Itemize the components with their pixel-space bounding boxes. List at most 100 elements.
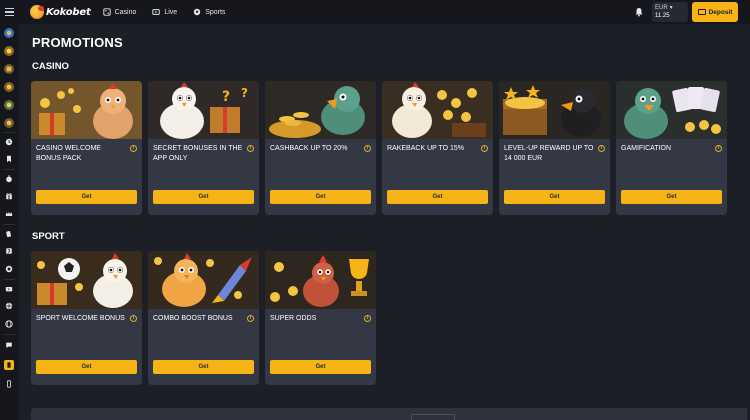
gift-icon[interactable] bbox=[4, 191, 14, 201]
get-button[interactable]: Get bbox=[387, 190, 488, 204]
globe-icon[interactable] bbox=[4, 319, 14, 329]
menu-icon[interactable] bbox=[0, 0, 18, 24]
nav-live-label: Live bbox=[164, 8, 178, 16]
app-download-icon[interactable] bbox=[4, 360, 14, 370]
deposit-button[interactable]: Deposit bbox=[692, 2, 738, 22]
promo-chicken-mystery-illustration: ?? bbox=[148, 81, 259, 139]
promo-chicken-gift-illustration bbox=[31, 81, 142, 139]
deposit-label: Deposit bbox=[708, 8, 733, 16]
info-icon[interactable]: i bbox=[364, 315, 371, 322]
get-button[interactable]: Get bbox=[621, 190, 722, 204]
svg-text:?: ? bbox=[241, 86, 248, 100]
promo-title: GAMIFICATION bbox=[621, 145, 672, 152]
promo-card-gamification[interactable]: GAMIFICATION i Get bbox=[616, 81, 727, 215]
info-icon[interactable]: i bbox=[247, 315, 254, 322]
info-icon[interactable]: i bbox=[130, 145, 137, 152]
sidebar-game-4-icon[interactable] bbox=[4, 82, 14, 92]
info-icon[interactable]: i bbox=[481, 145, 488, 152]
promo-title: SUPER ODDS bbox=[270, 315, 317, 322]
balance-currency: EUR bbox=[655, 5, 668, 11]
info-icon[interactable]: i bbox=[364, 145, 371, 152]
slots-icon[interactable]: 7 bbox=[4, 246, 14, 256]
bookmark-icon[interactable] bbox=[4, 154, 14, 164]
sidebar-game-6-icon[interactable] bbox=[4, 118, 14, 128]
sport-ball-icon[interactable] bbox=[4, 301, 14, 311]
crown-icon[interactable] bbox=[4, 209, 14, 219]
promo-title: SECRET BONUSES IN THE APP ONLY bbox=[153, 145, 243, 162]
balance-selector[interactable]: EUR ▾ 11.25 bbox=[652, 2, 688, 22]
sidebar-divider bbox=[3, 334, 15, 335]
nav-casino[interactable]: Casino bbox=[102, 8, 137, 16]
notification-bell-icon[interactable] bbox=[634, 7, 644, 17]
sidebar-divider bbox=[3, 132, 15, 133]
promo-card-combo-boost[interactable]: COMBO BOOST BONUS i Get bbox=[148, 251, 259, 385]
promo-title: RAKEBACK UP TO 15% bbox=[387, 145, 465, 152]
sidebar-divider bbox=[3, 169, 15, 170]
sidebar-game-5-icon[interactable] bbox=[4, 100, 14, 110]
svg-text:7: 7 bbox=[7, 249, 10, 255]
balance-amount: 11.25 bbox=[655, 13, 670, 19]
promo-chicken-coins-illustration bbox=[382, 81, 493, 139]
get-button[interactable]: Get bbox=[36, 190, 137, 204]
page-title: PROMOTIONS bbox=[32, 35, 123, 50]
nav-sports-label: Sports bbox=[205, 8, 226, 16]
section-title-sport: SPORT bbox=[32, 231, 65, 242]
promo-card-secret-bonuses[interactable]: ?? SECRET BONUSES IN THE APP ONLY i Get bbox=[148, 81, 259, 215]
cards-icon[interactable] bbox=[4, 229, 14, 239]
get-button[interactable]: Get bbox=[270, 360, 371, 374]
sidebar-divider bbox=[3, 224, 15, 225]
chat-icon[interactable] bbox=[4, 340, 14, 350]
promo-card-casino-welcome[interactable]: CASINO WELCOME BONUS PACK i Get bbox=[31, 81, 142, 215]
promo-card-super-odds[interactable]: SUPER ODDS i Get bbox=[265, 251, 376, 385]
bottom-panel bbox=[31, 408, 750, 420]
info-icon[interactable]: i bbox=[715, 145, 722, 152]
sidebar: 7 bbox=[0, 24, 18, 420]
promo-title: LEVEL-UP REWARD UP TO 14 000 EUR bbox=[504, 145, 594, 162]
promo-card-level-up[interactable]: LEVEL-UP REWARD UP TO 14 000 EUR i Get bbox=[499, 81, 610, 215]
stopwatch-icon[interactable] bbox=[4, 174, 14, 184]
chevron-down-icon: ▾ bbox=[669, 5, 673, 11]
live-icon bbox=[152, 9, 161, 15]
promo-bird-cards-illustration bbox=[616, 81, 727, 139]
get-button[interactable]: Get bbox=[153, 190, 254, 204]
promo-card-sport-welcome[interactable]: SPORT WELCOME BONUS i Get bbox=[31, 251, 142, 385]
promo-chicken-football-illustration bbox=[31, 251, 142, 309]
main-nav: Casino Live Sports bbox=[102, 8, 242, 16]
promo-title: COMBO BOOST BONUS bbox=[153, 315, 233, 322]
nav-live[interactable]: Live bbox=[152, 8, 177, 16]
sidebar-game-2-icon[interactable] bbox=[4, 46, 14, 56]
promo-rooster-trophy-illustration bbox=[265, 251, 376, 309]
top-bar: Kokobet Casino Live Sports EUR ▾ 11.25 De… bbox=[0, 0, 750, 24]
sidebar-game-3-icon[interactable] bbox=[4, 64, 14, 74]
chicken-logo-icon bbox=[30, 5, 44, 19]
get-button[interactable]: Get bbox=[153, 360, 254, 374]
nav-casino-label: Casino bbox=[114, 8, 137, 16]
promo-title: CASHBACK UP TO 20% bbox=[270, 145, 348, 152]
promo-title: CASINO WELCOME BONUS PACK bbox=[36, 145, 101, 162]
nav-sports[interactable]: Sports bbox=[193, 8, 225, 16]
promo-treasure-crow-illustration bbox=[499, 81, 610, 139]
live-tv-icon[interactable] bbox=[4, 284, 14, 294]
roulette-icon[interactable] bbox=[4, 264, 14, 274]
promo-card-rakeback[interactable]: RAKEBACK UP TO 15% i Get bbox=[382, 81, 493, 215]
wallet-icon bbox=[697, 9, 706, 15]
promo-card-cashback[interactable]: CASHBACK UP TO 20% i Get bbox=[265, 81, 376, 215]
logo[interactable]: Kokobet bbox=[30, 5, 91, 19]
casino-icon bbox=[102, 8, 111, 16]
clock-icon[interactable] bbox=[4, 137, 14, 147]
get-button[interactable]: Get bbox=[270, 190, 371, 204]
promo-chicken-rocket-illustration bbox=[148, 251, 259, 309]
promo-parrot-coins-illustration bbox=[265, 81, 376, 139]
info-icon[interactable]: i bbox=[247, 145, 254, 152]
info-icon[interactable]: i bbox=[130, 315, 137, 322]
phone-icon[interactable] bbox=[4, 379, 14, 389]
bottom-panel-tab[interactable] bbox=[411, 414, 455, 420]
info-icon[interactable]: i bbox=[598, 145, 605, 152]
svg-text:?: ? bbox=[222, 89, 230, 105]
section-title-casino: CASINO bbox=[32, 61, 69, 72]
sidebar-game-1-icon[interactable] bbox=[4, 28, 14, 38]
get-button[interactable]: Get bbox=[504, 190, 605, 204]
sports-icon bbox=[194, 8, 201, 16]
promo-title: SPORT WELCOME BONUS bbox=[36, 315, 125, 322]
get-button[interactable]: Get bbox=[36, 360, 137, 374]
